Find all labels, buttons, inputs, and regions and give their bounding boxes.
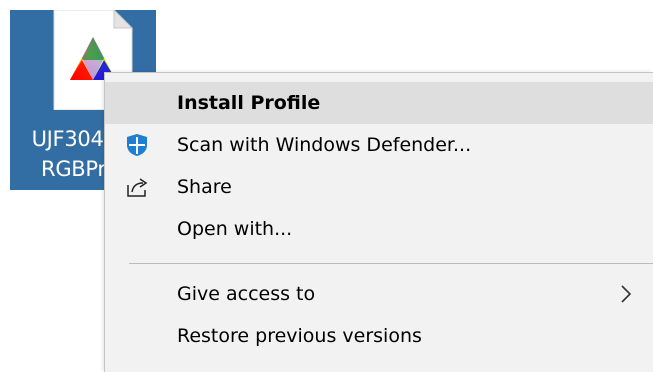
menu-item-give-access-to[interactable]: Give access to — [105, 273, 653, 315]
menu-item-share[interactable]: Share — [105, 166, 653, 208]
menu-item-label: Share — [177, 176, 232, 198]
chevron-right-icon — [621, 285, 632, 303]
menu-item-restore-previous-versions[interactable]: Restore previous versions — [105, 315, 653, 357]
menu-item-label: Restore previous versions — [177, 325, 422, 347]
menu-item-label: Install Profile — [177, 92, 321, 114]
menu-item-scan-windows-defender[interactable]: Scan with Windows Defender... — [105, 124, 653, 166]
share-icon — [127, 178, 148, 197]
menu-item-label: Give access to — [177, 283, 316, 305]
context-menu: Install Profile Scan with Windows Defend… — [104, 72, 653, 372]
menu-separator — [129, 263, 653, 264]
menu-item-label: Scan with Windows Defender... — [177, 134, 472, 156]
windows-defender-shield-icon — [127, 134, 147, 156]
menu-item-install-profile[interactable]: Install Profile — [105, 82, 653, 124]
menu-item-open-with[interactable]: Open with... — [105, 208, 653, 250]
menu-item-label: Open with... — [177, 218, 293, 240]
